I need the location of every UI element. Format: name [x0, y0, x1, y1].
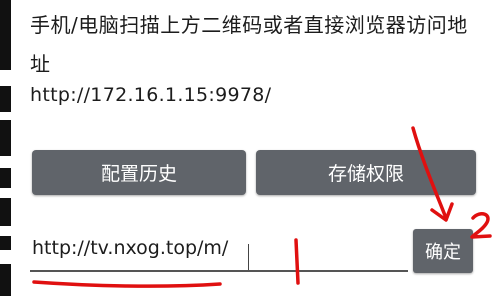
confirm-button[interactable]: 确定: [413, 229, 473, 273]
qr-code-edge: [0, 0, 11, 296]
underline-annotation: [32, 280, 222, 288]
screen: 手机/电脑扫描上方二维码或者直接浏览器访问地址 http://172.16.1.…: [0, 0, 501, 296]
config-history-button[interactable]: 配置历史: [32, 150, 246, 195]
arrow-head-annotation: [430, 202, 454, 222]
number-2-annotation: [470, 212, 492, 239]
server-address-text: http://172.16.1.15:9978/: [30, 84, 272, 106]
text-cursor: [248, 244, 249, 270]
scan-instruction-text: 手机/电脑扫描上方二维码或者直接浏览器访问地址: [30, 13, 468, 76]
url-input[interactable]: [30, 232, 408, 272]
storage-permission-button[interactable]: 存储权限: [256, 150, 476, 195]
